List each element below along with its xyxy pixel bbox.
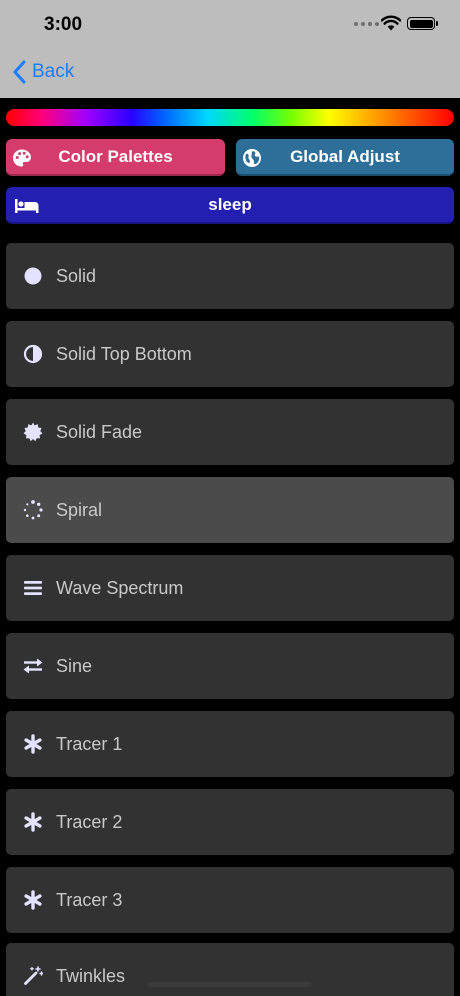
mode-label: Tracer 3 bbox=[56, 889, 123, 910]
battery-icon bbox=[407, 17, 438, 30]
mode-item-spiral[interactable]: Spiral bbox=[6, 477, 454, 543]
bars-icon bbox=[24, 581, 42, 595]
home-indicator[interactable] bbox=[148, 982, 312, 987]
mode-label: Tracer 1 bbox=[56, 733, 123, 754]
asterisk-icon bbox=[24, 812, 42, 832]
mode-label: Sine bbox=[56, 655, 93, 676]
mode-item-tracer-3[interactable]: Tracer 3 bbox=[6, 867, 454, 933]
bed-icon bbox=[15, 199, 39, 213]
asterisk-icon bbox=[24, 890, 42, 910]
sleep-button[interactable]: sleep bbox=[6, 187, 454, 224]
certificate-icon bbox=[23, 422, 43, 442]
mode-label: Spiral bbox=[56, 499, 103, 520]
global-adjust-label: Global Adjust bbox=[290, 146, 400, 166]
mode-item-twinkles[interactable]: Twinkles bbox=[6, 943, 454, 996]
mode-label: Solid bbox=[56, 265, 97, 286]
magic-wand-icon bbox=[24, 966, 43, 985]
back-label: Back bbox=[32, 61, 75, 82]
wifi-icon bbox=[381, 15, 401, 31]
global-adjust-button[interactable]: Global Adjust bbox=[236, 139, 454, 176]
mode-label: Tracer 2 bbox=[56, 811, 123, 832]
spinner-icon bbox=[23, 500, 43, 520]
mode-item-tracer-2[interactable]: Tracer 2 bbox=[6, 789, 454, 855]
color-spectrum-slider[interactable] bbox=[6, 109, 454, 126]
navigation-bar: 3:00 Back bbox=[0, 0, 460, 98]
mode-item-solid-top-bottom[interactable]: Solid Top Bottom bbox=[6, 321, 454, 387]
status-time: 3:00 bbox=[44, 14, 83, 35]
sleep-label: sleep bbox=[208, 194, 252, 214]
mode-label: Twinkles bbox=[56, 965, 126, 986]
cellular-signal-icon bbox=[354, 22, 379, 26]
mode-label: Solid Top Bottom bbox=[56, 343, 192, 364]
color-palettes-button[interactable]: Color Palettes bbox=[6, 139, 225, 176]
color-palettes-label: Color Palettes bbox=[58, 146, 173, 166]
globe-icon bbox=[243, 149, 261, 167]
back-button[interactable]: Back bbox=[12, 60, 74, 84]
exchange-icon bbox=[23, 658, 43, 674]
mode-item-wave-spectrum[interactable]: Wave Spectrum bbox=[6, 555, 454, 621]
status-bar: 3:00 bbox=[0, 0, 460, 50]
palette-icon bbox=[13, 149, 31, 167]
half-circle-icon bbox=[23, 344, 43, 364]
mode-item-sine[interactable]: Sine bbox=[6, 633, 454, 699]
asterisk-icon bbox=[24, 734, 42, 754]
mode-label: Wave Spectrum bbox=[56, 577, 184, 598]
mode-item-solid-fade[interactable]: Solid Fade bbox=[6, 399, 454, 465]
chevron-left-icon bbox=[13, 60, 26, 84]
mode-item-tracer-1[interactable]: Tracer 1 bbox=[6, 711, 454, 777]
circle-icon bbox=[24, 267, 42, 285]
mode-label: Solid Fade bbox=[56, 421, 143, 442]
mode-item-solid[interactable]: Solid bbox=[6, 243, 454, 309]
